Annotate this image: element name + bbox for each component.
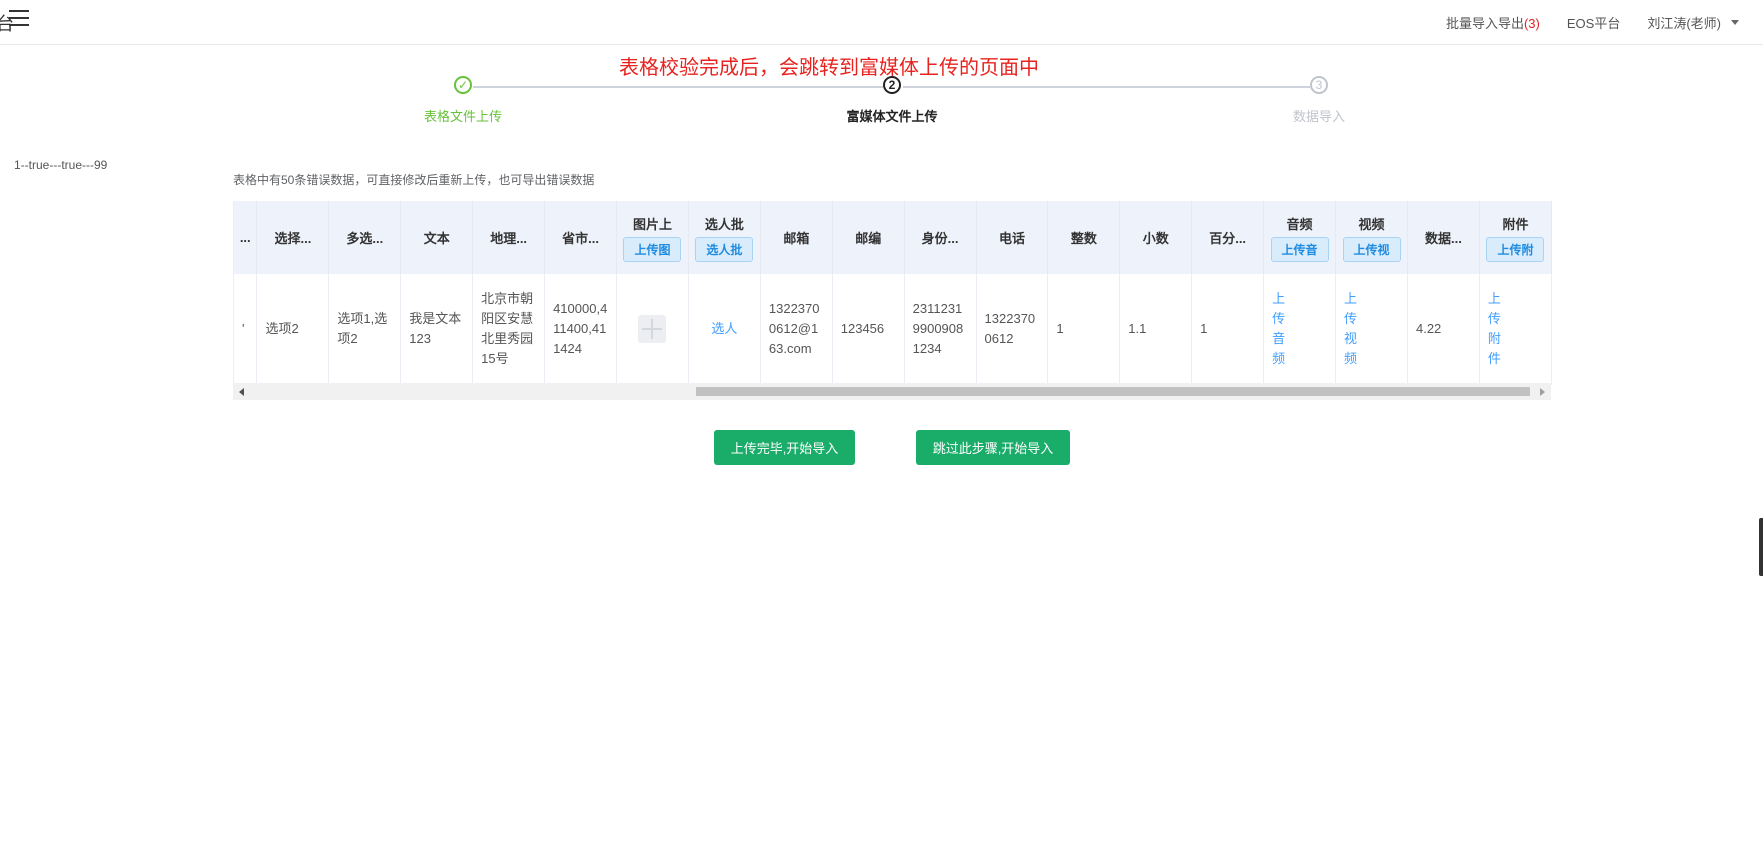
table-row: ' 选项2 选项1,选项2 我是文本123 北京市朝阳区安慧北里秀园15号 41… [234, 274, 1552, 385]
col-header-title: 音频 [1286, 216, 1313, 232]
table-cell-video: 上传视频 [1335, 274, 1408, 385]
col-header: 多选... [328, 201, 402, 274]
step-number-2: 2 [883, 76, 901, 94]
upload-video-link[interactable]: 上传视频 [1344, 289, 1358, 369]
step-indicator: ✓ 2 3 表格文件上传 富媒体文件上传 数据导入 [0, 74, 1763, 134]
scroll-right-arrow-icon[interactable] [1540, 388, 1545, 396]
user-menu[interactable]: 刘江涛(老师) [1647, 13, 1739, 32]
batch-select-person-button[interactable]: 选人批 [695, 236, 754, 262]
table-header-row: ... 选择... 多选... 文本 地理... 省市... 图片上 上传图 选… [234, 201, 1552, 274]
table-cell: 选项2 [256, 274, 330, 385]
col-header: 选择... [256, 201, 330, 274]
table-cell: 13223700612@163.com [760, 274, 833, 385]
nav-eos-platform[interactable]: EOS平台 [1567, 13, 1620, 32]
col-header-title: 附件 [1502, 216, 1529, 232]
nav-batch-count-badge: (3) [1523, 15, 1540, 31]
table-cell: 231123199009081234 [904, 274, 977, 385]
data-table: ... 选择... 多选... 文本 地理... 省市... 图片上 上传图 选… [234, 201, 1552, 385]
col-header-person: 选人批 选人批 [688, 201, 761, 274]
scrollbar-thumb[interactable] [696, 387, 1530, 396]
error-summary-text: 表格中有50条错误数据，可直接修改后重新上传，也可导出错误数据 [233, 173, 595, 187]
col-header: 地理... [472, 201, 546, 274]
col-header: 数据... [1407, 201, 1480, 274]
select-person-link[interactable]: 选人 [711, 321, 737, 336]
table-cell: 13223700612 [976, 274, 1049, 385]
horizontal-scrollbar[interactable] [233, 383, 1551, 400]
data-table-container: ... 选择... 多选... 文本 地理... 省市... 图片上 上传图 选… [233, 201, 1552, 400]
check-icon: ✓ [454, 76, 472, 94]
table-cell: 北京市朝阳区安慧北里秀园15号 [472, 274, 546, 385]
step-label-data-import: 数据导入 [1292, 109, 1346, 124]
top-nav: 批量导入导出(3) EOS平台 刘江涛(老师) [1446, 0, 1763, 44]
nav-batch-import-export[interactable]: 批量导入导出(3) [1446, 13, 1540, 32]
col-header: 小数 [1119, 201, 1193, 274]
table-cell: 1 [1191, 274, 1265, 385]
table-cell: 410000,411400,411424 [544, 274, 617, 385]
batch-upload-audio-button[interactable]: 上传音 [1270, 236, 1329, 262]
step-number-3: 3 [1310, 76, 1328, 94]
table-cell: 1.1 [1119, 274, 1193, 385]
skip-step-start-import-button[interactable]: 跳过此步骤,开始导入 [916, 430, 1070, 465]
image-upload-placeholder-icon[interactable] [638, 314, 667, 343]
col-header: ... [234, 201, 258, 274]
batch-upload-video-button[interactable]: 上传视 [1342, 236, 1401, 262]
table-cell-attachment: 上传附件 [1479, 274, 1552, 385]
col-header: 文本 [400, 201, 474, 274]
col-header: 邮编 [832, 201, 905, 274]
table-cell: 123456 [832, 274, 905, 385]
caret-down-icon [1731, 19, 1739, 25]
col-header-attachment: 附件 上传附 [1479, 201, 1552, 274]
col-header-image: 图片上 上传图 [616, 201, 689, 274]
col-header-title: 图片上 [632, 216, 672, 232]
table-cell-person: 选人 [688, 274, 761, 385]
table-cell: 选项1,选项2 [328, 274, 402, 385]
step-connector-line [903, 86, 1310, 88]
table-cell: ' [234, 274, 258, 385]
hamburger-menu-icon[interactable] [9, 10, 29, 28]
table-cell: 1 [1047, 274, 1121, 385]
col-header: 身份... [904, 201, 977, 274]
col-header: 电话 [976, 201, 1049, 274]
batch-upload-attachment-button[interactable]: 上传附 [1486, 236, 1545, 262]
step-label-media-upload: 富媒体文件上传 [846, 109, 938, 124]
col-header: 邮箱 [760, 201, 833, 274]
side-handle[interactable] [1759, 518, 1763, 576]
table-cell: 我是文本123 [400, 274, 474, 385]
step-connector-line [473, 86, 883, 88]
col-header: 整数 [1047, 201, 1121, 274]
step-label-table-upload: 表格文件上传 [423, 109, 503, 124]
table-cell: 4.22 [1407, 274, 1480, 385]
scroll-left-arrow-icon[interactable] [239, 388, 244, 396]
col-header-video: 视频 上传视 [1335, 201, 1408, 274]
batch-upload-image-button[interactable]: 上传图 [623, 236, 682, 262]
col-header-audio: 音频 上传音 [1263, 201, 1337, 274]
col-header-title: 选人批 [704, 216, 744, 232]
col-header-title: 视频 [1358, 216, 1385, 232]
upload-audio-link[interactable]: 上传音频 [1272, 289, 1286, 369]
debug-status-text: 1--true---true---99 [14, 158, 108, 172]
upload-done-start-import-button[interactable]: 上传完毕,开始导入 [714, 430, 855, 465]
col-header: 百分... [1191, 201, 1265, 274]
table-cell-image [616, 274, 689, 385]
top-bar: 台 批量导入导出(3) EOS平台 刘江涛(老师) [0, 0, 1763, 45]
table-cell-audio: 上传音频 [1263, 274, 1337, 385]
upload-attachment-link[interactable]: 上传附件 [1488, 289, 1502, 369]
user-name: 刘江涛(老师) [1647, 15, 1721, 31]
nav-batch-import-export-label: 批量导入导出 [1445, 15, 1524, 31]
col-header: 省市... [544, 201, 617, 274]
